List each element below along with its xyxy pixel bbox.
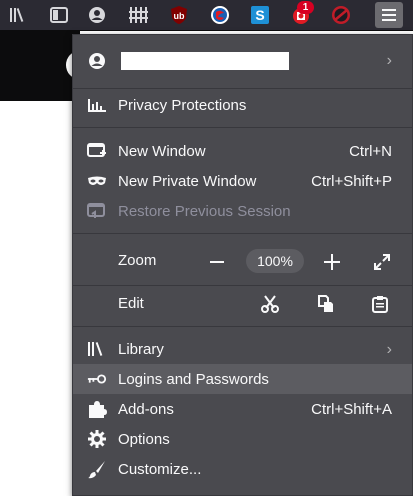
notification-badge: 1 — [297, 1, 314, 14]
new-window-label: New Window — [118, 143, 206, 160]
gear-icon — [87, 429, 107, 449]
library-label: Library — [118, 341, 164, 358]
options-item[interactable]: Options — [73, 424, 412, 454]
zoom-out-icon[interactable] — [206, 251, 228, 273]
account-icon[interactable] — [83, 2, 111, 28]
svg-text:ub: ub — [174, 11, 185, 21]
chevron-right-icon: › — [386, 341, 392, 358]
hamburger-menu-icon[interactable] — [375, 2, 403, 28]
extension-s-icon[interactable]: S — [246, 2, 274, 28]
paintbrush-icon — [87, 459, 107, 479]
addons-label: Add-ons — [118, 401, 174, 418]
new-private-shortcut: Ctrl+Shift+P — [311, 173, 392, 190]
private-mask-icon — [87, 171, 107, 191]
separator — [73, 127, 412, 128]
extension-red-icon[interactable] — [206, 2, 234, 28]
cut-icon[interactable] — [259, 293, 281, 315]
zoom-row: Zoom 100% — [73, 240, 412, 282]
customize-label: Customize... — [118, 461, 202, 478]
new-private-label: New Private Window — [118, 173, 257, 190]
browser-toolbar: ub S 1 — [0, 0, 413, 31]
new-window-icon — [87, 141, 107, 161]
chevron-right-icon: › — [386, 52, 392, 69]
new-window-shortcut: Ctrl+N — [349, 143, 392, 160]
account-row[interactable]: › — [73, 45, 412, 77]
restore-session-icon — [87, 201, 107, 221]
chart-icon — [87, 95, 107, 115]
library-item[interactable]: Library › — [73, 334, 412, 364]
zoom-label: Zoom — [118, 252, 157, 269]
customize-item[interactable]: Customize... — [73, 454, 412, 484]
sidebar-icon[interactable] — [45, 2, 73, 28]
new-window-item[interactable]: New Window Ctrl+N — [73, 136, 412, 166]
edit-row: Edit — [73, 287, 412, 321]
zoom-in-icon[interactable] — [321, 251, 343, 273]
restore-label: Restore Previous Session — [118, 203, 291, 220]
separator — [73, 326, 412, 327]
key-icon — [87, 369, 107, 389]
extension-alert-icon[interactable]: 1 — [287, 1, 315, 28]
separator — [73, 285, 412, 286]
privacy-label: Privacy Protections — [118, 97, 247, 114]
library-icon — [87, 339, 107, 359]
page-background — [0, 31, 92, 101]
logins-passwords-item[interactable]: Logins and Passwords — [73, 364, 412, 394]
edit-label: Edit — [118, 295, 144, 312]
zoom-reset-button[interactable]: 100% — [246, 249, 304, 273]
restore-session-item[interactable]: Restore Previous Session — [73, 196, 412, 226]
account-icon — [87, 51, 107, 71]
bookmarks-grid-icon[interactable] — [124, 2, 152, 28]
puzzle-icon — [87, 399, 107, 419]
library-icon[interactable] — [4, 2, 32, 28]
separator — [73, 233, 412, 234]
addons-item[interactable]: Add-ons Ctrl+Shift+A — [73, 394, 412, 424]
account-email-redacted — [121, 52, 289, 70]
copy-icon[interactable] — [315, 293, 337, 315]
options-label: Options — [118, 431, 170, 448]
app-menu-panel: › Privacy Protections New Window Ctrl+N … — [72, 34, 413, 496]
new-private-window-item[interactable]: New Private Window Ctrl+Shift+P — [73, 166, 412, 196]
logins-label: Logins and Passwords — [118, 371, 269, 388]
svg-text:S: S — [255, 7, 264, 23]
ublock-icon[interactable]: ub — [165, 2, 193, 28]
block-icon[interactable] — [327, 2, 355, 28]
fullscreen-icon[interactable] — [371, 251, 393, 273]
separator — [73, 88, 412, 89]
addons-shortcut: Ctrl+Shift+A — [311, 401, 392, 418]
privacy-protections-item[interactable]: Privacy Protections — [73, 90, 412, 120]
paste-icon[interactable] — [369, 293, 391, 315]
